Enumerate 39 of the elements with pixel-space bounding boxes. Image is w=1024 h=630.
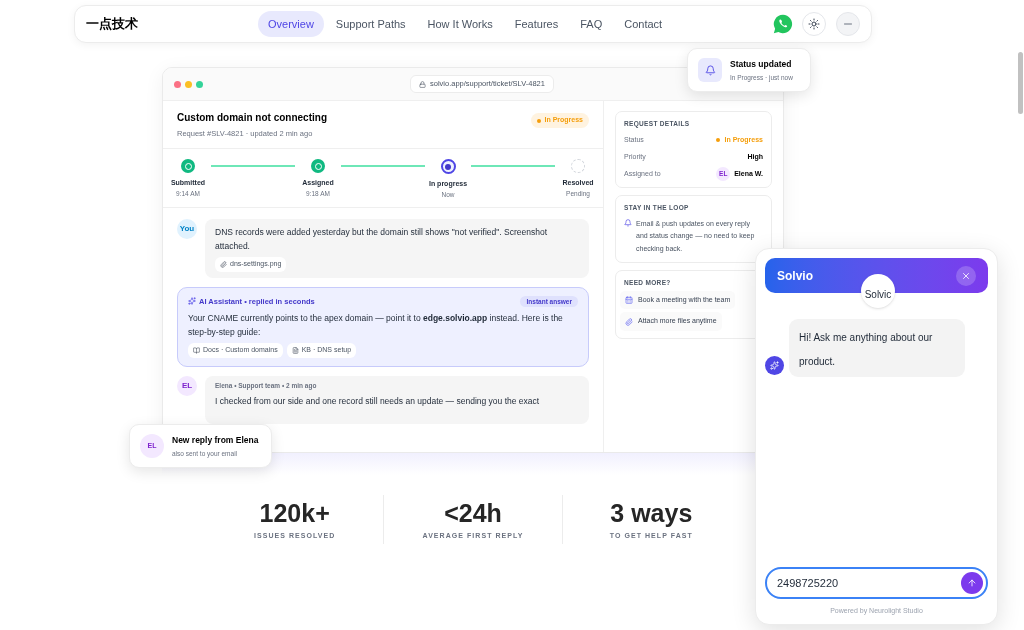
stat-value: 120k+ bbox=[259, 498, 330, 529]
lock-icon bbox=[419, 80, 426, 88]
close-icon bbox=[961, 270, 971, 281]
scrollbar-thumb bbox=[1018, 52, 1023, 114]
calendar-icon bbox=[625, 296, 633, 304]
menu-button[interactable] bbox=[836, 12, 860, 36]
bot-avatar bbox=[765, 356, 784, 375]
close-button[interactable] bbox=[956, 265, 976, 286]
nav-link[interactable]: FAQ bbox=[570, 10, 613, 38]
ticket-title: Custom domain not connecting bbox=[177, 110, 327, 125]
bell-icon bbox=[624, 218, 632, 227]
sparkle-icon bbox=[188, 297, 196, 306]
document-icon bbox=[291, 347, 299, 354]
toast-title: New reply from Elena bbox=[172, 433, 259, 447]
nav-link[interactable]: Support Paths bbox=[325, 10, 416, 38]
chat-title: Solvio bbox=[777, 267, 813, 285]
stat-value: <24h bbox=[444, 498, 502, 529]
message-text: DNS records were added yesterday but the domain still shows "not verified". Screenshot attached. bbox=[215, 226, 549, 253]
nav-link[interactable]: Contact bbox=[614, 10, 673, 38]
nav-link[interactable]: How It Works bbox=[417, 10, 503, 38]
nav-link[interactable]: Overview bbox=[258, 10, 324, 38]
paperclip-icon bbox=[220, 260, 227, 268]
book-icon bbox=[193, 347, 200, 354]
toast-title: Status updated bbox=[730, 57, 793, 71]
stat-value: 3 ways bbox=[610, 498, 693, 529]
chat-message-text: Hi! Ask me anything about our product. bbox=[799, 332, 933, 367]
message-text: Your CNAME currently points to the apex domain — point it to edge.solvio.app instead. Here is the step-by-step guide: bbox=[188, 312, 564, 340]
paperclip-icon bbox=[625, 317, 633, 326]
message-text: I checked from our side and one record still needs an update — sending you the exact bbox=[215, 394, 541, 408]
site-logo[interactable]: 一点技术 bbox=[86, 14, 256, 34]
user-avatar: You bbox=[177, 219, 197, 239]
arrow-up-icon bbox=[967, 577, 977, 588]
agent-avatar: EL bbox=[177, 375, 197, 396]
sun-icon bbox=[808, 18, 820, 30]
nav-link[interactable]: Features bbox=[504, 10, 569, 38]
chat-bubble-icon[interactable] bbox=[772, 13, 794, 35]
chat-input-field[interactable]: 2498725220 bbox=[765, 566, 988, 599]
bell-icon bbox=[698, 58, 722, 82]
logo-alt-text: Solvic bbox=[864, 288, 892, 300]
